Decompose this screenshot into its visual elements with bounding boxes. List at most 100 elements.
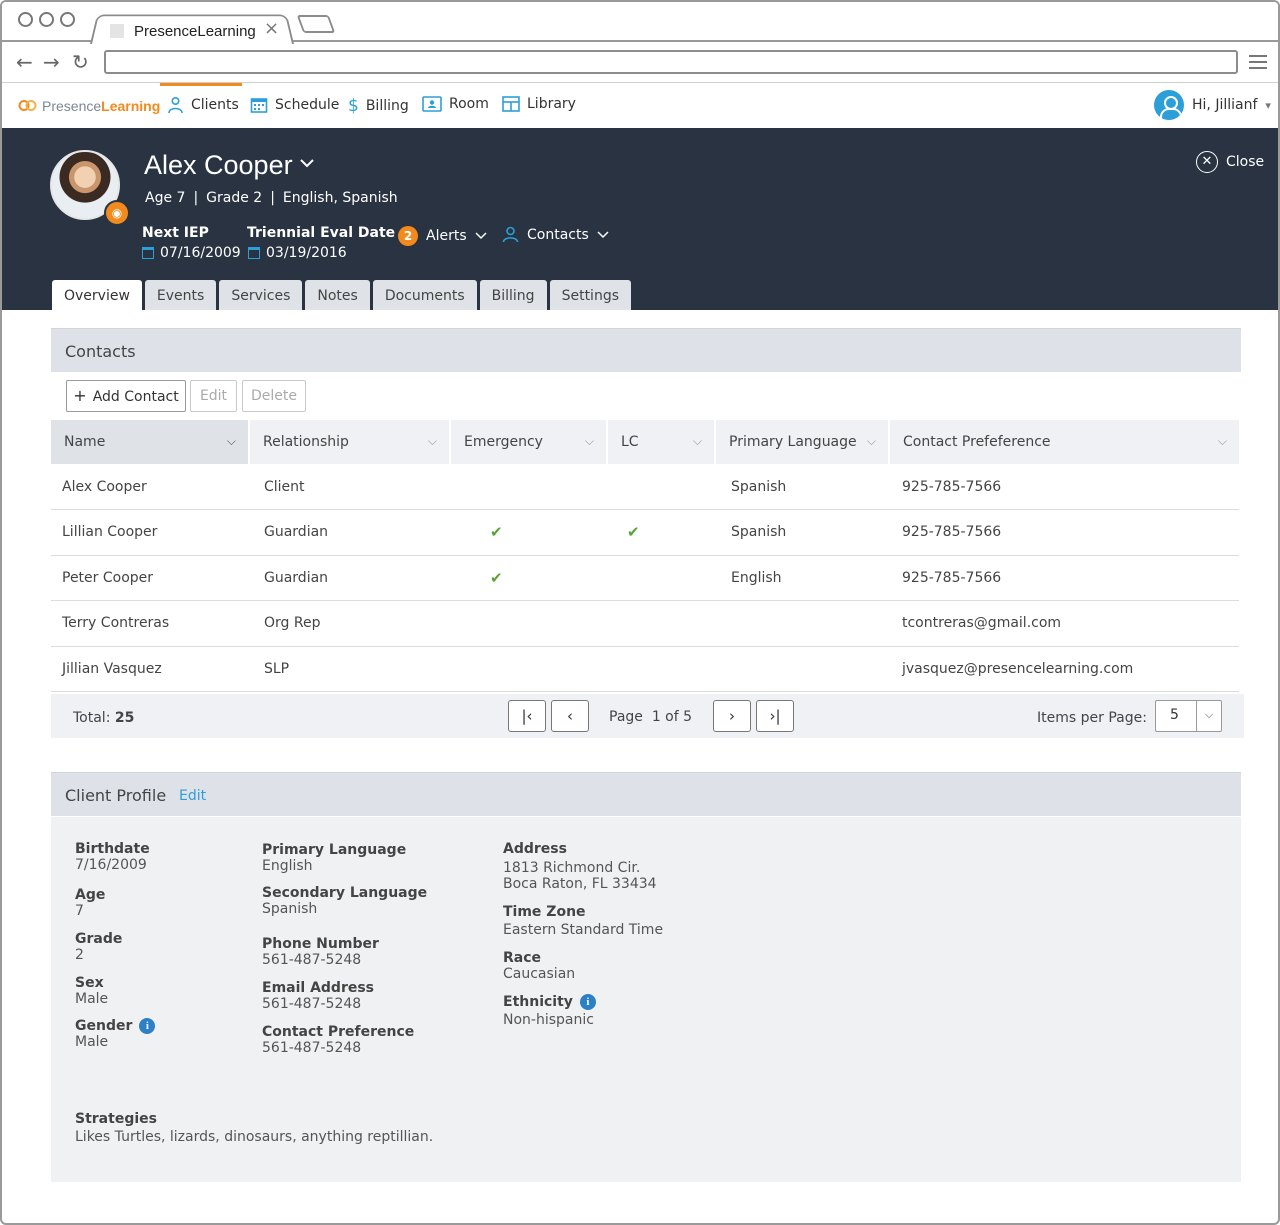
chevron-down-icon <box>475 232 487 240</box>
chevron-down-icon: ⌵ <box>1217 434 1227 448</box>
grade-field: Grade 2 <box>75 931 123 963</box>
phone-number-field: Phone Number 561-487-5248 <box>262 936 379 968</box>
table-row[interactable]: Terry Contreras Org Rep tcontreras@gmail.c… <box>51 600 1239 647</box>
alerts-dropdown[interactable]: 2 Alerts <box>398 226 487 246</box>
camera-icon[interactable]: ◉ <box>104 200 130 226</box>
nav-room[interactable]: Room <box>422 96 489 112</box>
items-per-page-select[interactable]: 5 ⌵ <box>1155 700 1222 732</box>
nav-schedule-label: Schedule <box>275 97 340 113</box>
person-icon <box>502 226 519 243</box>
tab-documents[interactable]: Documents <box>372 280 477 310</box>
client-profile-body: Birthdate 7/16/2009 Age 7 Grade 2 Sex Male G… <box>51 817 1241 1182</box>
tab-billing[interactable]: Billing <box>479 280 547 310</box>
cell-lc <box>607 464 715 510</box>
next-page-button[interactable]: › <box>713 700 751 732</box>
column-header-primary-language[interactable]: Primary Language ⌵ <box>715 420 890 464</box>
reload-icon[interactable]: ↻ <box>72 50 89 74</box>
column-header-relationship[interactable]: Relationship ⌵ <box>249 420 451 464</box>
tab-close-icon[interactable]: × <box>264 18 279 39</box>
window-maximize-dot[interactable] <box>60 12 75 27</box>
logo[interactable]: PresenceLearning <box>18 96 160 115</box>
tab-notes[interactable]: Notes <box>305 280 370 310</box>
chevron-down-icon: ▾ <box>1265 98 1271 112</box>
cell-name: Peter Cooper <box>51 555 249 601</box>
tab-overview[interactable]: Overview <box>52 280 142 310</box>
logo-text-part1: Presence <box>42 97 102 114</box>
column-header-contact-preference[interactable]: Contact Prefeference ⌵ <box>889 420 1239 464</box>
new-tab-button[interactable] <box>296 15 336 33</box>
window-minimize-dot[interactable] <box>39 12 54 27</box>
nav-library[interactable]: Library <box>502 96 576 112</box>
client-grade: Grade 2 <box>206 190 263 206</box>
column-header-lc[interactable]: LC ⌵ <box>607 420 716 464</box>
cell-name: Terry Contreras <box>51 600 249 647</box>
close-button[interactable]: ✕ Close <box>1196 151 1264 173</box>
cell-contact-preference: 925-785-7566 <box>889 509 1239 556</box>
column-header-emergency[interactable]: Emergency ⌵ <box>450 420 608 464</box>
contacts-panel-title: Contacts <box>65 342 136 361</box>
browser-tabbar: PresenceLearning × <box>2 2 1278 45</box>
client-profile-header: Client Profile Edit <box>51 772 1241 816</box>
table-row[interactable]: Peter Cooper Guardian ✔ English 925-785-7566 <box>51 555 1239 601</box>
cell-primary-language: English <box>715 555 889 601</box>
nav-billing-label: Billing <box>365 98 409 114</box>
nav-clients[interactable]: Clients <box>167 96 239 114</box>
edit-contact-button[interactable]: Edit <box>190 380 237 412</box>
nav-clients-label: Clients <box>191 97 239 113</box>
check-icon: ✔ <box>490 523 503 542</box>
chevron-down-icon: ⌵ <box>1196 701 1221 731</box>
page-info: Page 1 of 5 <box>609 709 693 725</box>
user-menu[interactable]: Hi, Jillianf ▾ <box>1154 90 1271 120</box>
nav-room-label: Room <box>449 96 489 112</box>
contacts-dropdown[interactable]: Contacts <box>502 226 609 243</box>
info-icon[interactable]: i <box>579 994 596 1010</box>
add-contact-button[interactable]: + Add Contact <box>66 380 186 412</box>
client-profile-edit-link[interactable]: Edit <box>179 788 206 804</box>
cell-emergency <box>450 600 607 647</box>
cell-name: Jillian Vasquez <box>51 646 249 692</box>
browser-toolbar: ← → ↻ <box>2 42 1278 83</box>
sex-field: Sex Male <box>75 975 109 1007</box>
cell-relationship: Guardian <box>249 555 450 601</box>
logo-mark-icon <box>18 100 37 111</box>
contacts-panel-header: Contacts <box>51 328 1241 372</box>
address-bar[interactable] <box>104 50 1238 74</box>
browser-menu-icon[interactable] <box>1249 55 1267 69</box>
total-count: Total: 25 <box>73 710 135 726</box>
tab-events[interactable]: Events <box>144 280 217 310</box>
triennial-label: Triennial Eval Date <box>247 225 396 241</box>
triennial-value[interactable]: 03/19/2016 <box>248 245 347 261</box>
cell-contact-preference: tcontreras@gmail.com <box>889 600 1239 647</box>
last-page-button[interactable]: ›| <box>756 700 794 732</box>
tab-settings[interactable]: Settings <box>549 280 631 310</box>
window-close-dot[interactable] <box>18 12 33 27</box>
nav-schedule[interactable]: Schedule <box>250 96 339 114</box>
table-row[interactable]: Lillian Cooper Guardian ✔ ✔ Spanish 925-785-7… <box>51 509 1239 556</box>
cell-name: Alex Cooper <box>51 464 249 510</box>
client-name[interactable]: Alex Cooper <box>144 150 293 181</box>
table-row[interactable]: Jillian Vasquez SLP jvasquez@presencelearn… <box>51 646 1239 692</box>
favicon-icon <box>110 24 124 38</box>
column-header-name[interactable]: Name ⌵ <box>51 420 250 464</box>
chevron-down-icon: ⌵ <box>226 434 236 448</box>
delete-contact-button[interactable]: Delete <box>242 380 306 412</box>
nav-billing[interactable]: $ Billing <box>348 96 409 116</box>
close-label: Close <box>1226 154 1265 170</box>
back-icon[interactable]: ← <box>16 50 33 74</box>
email-address-field: Email Address 561-487-5248 <box>262 980 375 1012</box>
first-page-button[interactable]: |‹ <box>508 700 546 732</box>
cell-lc <box>607 646 715 692</box>
tab-services[interactable]: Services <box>219 280 303 310</box>
client-switch-chevron-icon[interactable] <box>299 158 315 168</box>
items-per-page-label: Items per Page: <box>1037 710 1147 726</box>
info-icon[interactable]: i <box>139 1018 156 1034</box>
pagination-bar: Total: 25 |‹ ‹ Page 1 of 5 › ›| Items pe… <box>51 694 1244 738</box>
nav-library-label: Library <box>527 96 576 112</box>
alerts-label: Alerts <box>426 228 467 244</box>
table-row[interactable]: Alex Cooper Client Spanish 925-785-7566 <box>51 464 1239 510</box>
contacts-table-body: Alex Cooper Client Spanish 925-785-7566 Lill… <box>51 464 1239 692</box>
forward-icon[interactable]: → <box>43 50 60 74</box>
client-meta: Age 7 | Grade 2 | English, Spanish <box>145 190 398 206</box>
next-iep-value[interactable]: 07/16/2009 <box>142 245 241 261</box>
prev-page-button[interactable]: ‹ <box>551 700 589 732</box>
